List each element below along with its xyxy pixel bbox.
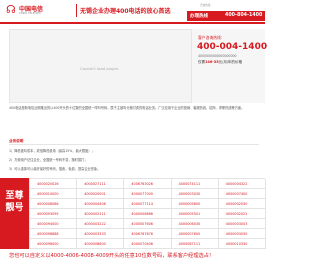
number-cell[interactable]: 4000010330 <box>218 239 266 249</box>
number-cell[interactable]: 4000008086 <box>30 199 78 209</box>
china-telecom-logo[interactable]: ☊ 中国电信 CHINA TELECOM <box>6 3 74 19</box>
number-cell[interactable]: 4000007400 <box>218 189 266 199</box>
offer-prefix: 仅需 <box>198 60 205 64</box>
number-cell[interactable]: 4000002021 <box>218 209 266 219</box>
logo-english: CHINA TELECOM <box>19 12 41 15</box>
number-cell[interactable]: 4000020001 <box>77 189 125 199</box>
number-cell[interactable]: 4000004322 <box>218 179 266 189</box>
number-cell[interactable]: 4000006030 <box>171 219 219 229</box>
hero-plugin-area: Couldn't load plugin. <box>9 29 192 103</box>
number-cell[interactable]: 4000003030 <box>171 189 219 199</box>
header-slogan: 无锡企业办理400电话的放心首选 <box>80 8 171 15</box>
header-hotline-phone[interactable]: 400-804-1400 <box>225 13 262 18</box>
number-cell[interactable]: 4000007606 <box>124 219 172 229</box>
offer-value: 146-35 <box>205 60 219 64</box>
number-cell[interactable]: 4000008600 <box>77 239 125 249</box>
premium-number-tag: 至尊 靓号 <box>0 178 29 249</box>
tag-line-1: 至尊 <box>5 191 24 201</box>
footer-note: 您也可以自定义以4000-4006-4008-4009开头的任意10位数号码，联… <box>9 253 215 259</box>
number-cell[interactable]: 4000003030 <box>218 229 266 239</box>
number-cell[interactable]: 4006767676 <box>124 229 172 239</box>
header-red-rule <box>0 22 265 24</box>
number-cell[interactable]: 4000094000 <box>30 219 78 229</box>
number-cell[interactable]: 4000010000 <box>30 189 78 199</box>
number-cell[interactable]: 4000005800 <box>171 199 219 209</box>
benefits-divider <box>9 144 259 145</box>
hotline-panel-label: 客户咨询热线： <box>198 35 225 40</box>
hotline-panel: 客户咨询热线： 400-004-1400 4000000000000000000… <box>192 29 267 103</box>
hotline-panel-number[interactable]: 400-004-1400 <box>197 42 267 52</box>
number-cell[interactable]: 4000002030 <box>218 199 266 209</box>
site-header: ☊ 中国电信 CHINA TELECOM 无锡企业办理400电话的放心首选 咨询… <box>0 0 265 22</box>
number-cell[interactable]: 4000005501 <box>171 209 219 219</box>
number-cell[interactable]: 4000070406 <box>124 239 172 249</box>
premium-number-section: 至尊 靓号 4000020026 4000027111 4006763026 4000… <box>0 178 266 249</box>
number-cell[interactable]: 4000003333 <box>77 229 125 239</box>
benefit-item: 1）降低被叫成本，成倍降低费用（最高15%，最大限度）； <box>9 149 95 153</box>
tag-line-2: 靓号 <box>5 203 24 213</box>
number-cell[interactable]: 4000093095 <box>30 209 78 219</box>
number-cell[interactable]: 4000007600 <box>171 229 219 239</box>
number-cell[interactable]: 4000098000 <box>30 239 78 249</box>
plugin-error-text: Couldn't load plugin. <box>80 66 120 71</box>
number-cell[interactable]: 4000027111 <box>77 179 125 189</box>
header-divider <box>76 4 77 17</box>
number-cell[interactable]: 4000004406 <box>77 199 125 209</box>
telecom-logo-icon: ☊ <box>6 3 16 16</box>
number-cell[interactable]: 4000006666 <box>124 209 172 219</box>
number-cell[interactable]: 4000087111 <box>171 239 219 249</box>
number-cell[interactable]: 4000003222 <box>77 219 125 229</box>
number-cell[interactable]: 4000002111 <box>77 209 125 219</box>
benefit-item: 2）方便用户记住企业，全国统一号码不变，随时拨打； <box>9 158 88 162</box>
number-cell[interactable]: 4000077000 <box>124 189 172 199</box>
hotline-panel-offer: 仅需146-35元/月/年的价格 <box>198 60 242 65</box>
offer-suffix: 元/月/年的价格 <box>218 60 242 64</box>
number-grid: 4000020026 4000027111 4006763026 4000074111… <box>29 178 266 249</box>
header-hotline-bar[interactable]: 办理热线 400-804-1400 <box>187 11 265 21</box>
benefit-item: 3）可以选择可以最好最好的号码，搜索，免费，提高企业形象。 <box>9 167 101 171</box>
number-cell[interactable]: 4000020026 <box>30 179 78 189</box>
header-note: 咨询热线： <box>200 4 213 7</box>
number-cell[interactable]: 4006763026 <box>124 179 172 189</box>
hotline-panel-sub: 4000000000000000000 <box>198 54 237 58</box>
number-cell[interactable]: 4000074111 <box>171 179 219 189</box>
number-cell[interactable]: 4000098888 <box>30 229 78 239</box>
number-cell[interactable]: 4000077114 <box>124 199 172 209</box>
number-cell[interactable]: 4000003003 <box>218 219 266 229</box>
header-hotline-label: 办理热线 <box>190 14 208 19</box>
intro-paragraph: 400电话是新电信近期推出的以400开头的十位数的全国统一呼叫号码。属于主被叫分… <box>9 106 245 110</box>
